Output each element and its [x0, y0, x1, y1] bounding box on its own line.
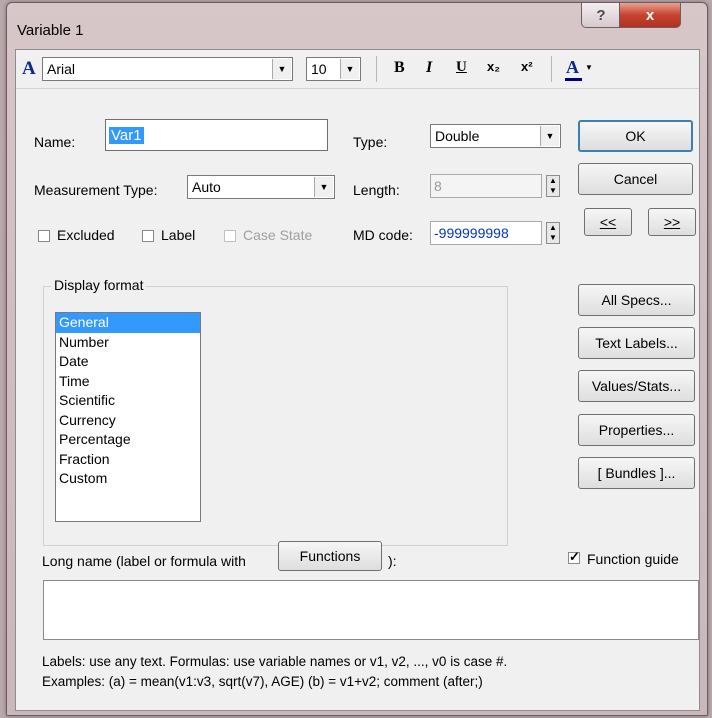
help-icon: ? — [596, 6, 606, 24]
next-label: >> — [663, 214, 681, 230]
list-item[interactable]: Number — [56, 333, 200, 353]
functions-button[interactable]: Functions — [278, 541, 382, 571]
ok-button-label: OK — [625, 128, 646, 144]
length-field[interactable]: 8 — [430, 174, 542, 198]
long-name-label: Long name (label or formula with — [42, 553, 246, 569]
cancel-button-label: Cancel — [613, 171, 658, 187]
superscript-button[interactable]: x² — [521, 59, 533, 74]
chevron-down-icon: ▼ — [272, 59, 291, 79]
dialog-window: Variable 1 ? x A Arial ▼ 10 ▼ B I U x₂ x… — [6, 2, 708, 716]
excluded-label: Excluded — [57, 227, 115, 243]
text-labels-label: Text Labels... — [595, 335, 678, 351]
type-label: Type: — [353, 134, 388, 150]
spin-up-icon: ▲ — [549, 176, 557, 185]
bold-button[interactable]: B — [394, 59, 405, 77]
help-button[interactable]: ? — [581, 3, 621, 28]
font-size-select[interactable]: 10 ▼ — [306, 57, 361, 81]
font-size-value: 10 — [311, 61, 327, 77]
subscript-button[interactable]: x₂ — [487, 59, 500, 74]
window-title: Variable 1 — [17, 22, 84, 39]
display-format-list[interactable]: General Number Date Time Scientific Currency P… — [55, 312, 201, 522]
close-icon: x — [645, 6, 655, 24]
list-item[interactable]: Percentage — [56, 430, 200, 450]
label-label: Label — [161, 227, 196, 243]
name-value: Var1 — [109, 126, 144, 144]
length-label: Length: — [353, 182, 400, 198]
measurement-type-value: Auto — [192, 179, 221, 195]
list-item[interactable]: Custom — [56, 469, 200, 489]
md-code-field[interactable]: -999999998 — [430, 221, 542, 245]
list-item[interactable]: Scientific — [56, 391, 200, 411]
bundles-button[interactable]: [ Bundles ]... — [578, 457, 695, 489]
measurement-type-label: Measurement Type: — [34, 182, 158, 198]
case-state-label: Case State — [243, 227, 313, 243]
length-value: 8 — [434, 178, 442, 194]
font-color-swatch — [565, 78, 582, 81]
label-checkbox[interactable] — [142, 230, 154, 242]
all-specs-label: All Specs... — [601, 292, 672, 308]
name-label: Name: — [34, 134, 76, 150]
length-spinner[interactable]: ▲ ▼ — [546, 175, 560, 197]
long-name-input[interactable] — [43, 580, 699, 640]
function-guide-checkbox[interactable]: ✓ — [568, 549, 580, 564]
functions-label: Functions — [299, 548, 361, 564]
chevron-down-icon: ▼ — [540, 126, 559, 146]
previous-variable-button[interactable]: << — [584, 208, 632, 236]
function-guide-label: Function guide — [587, 551, 679, 567]
all-specs-button[interactable]: All Specs... — [578, 284, 695, 316]
md-code-label: MD code: — [353, 227, 413, 243]
properties-label: Properties... — [598, 422, 675, 438]
italic-button[interactable]: I — [426, 59, 432, 77]
md-code-value: -999999998 — [434, 225, 509, 241]
md-code-spinner[interactable]: ▲ ▼ — [546, 222, 560, 244]
values-stats-label: Values/Stats... — [591, 378, 682, 394]
type-select[interactable]: Double ▼ — [430, 124, 561, 148]
name-field[interactable]: Var1 — [105, 119, 328, 151]
display-format-title: Display format — [51, 277, 147, 293]
font-color-button[interactable]: A ▼ — [564, 55, 600, 83]
bundles-label: [ Bundles ]... — [597, 465, 676, 481]
font-name-select[interactable]: Arial ▼ — [42, 57, 293, 81]
close-button[interactable]: x — [619, 3, 681, 28]
type-value: Double — [435, 128, 480, 144]
dialog-client: A Arial ▼ 10 ▼ B I U x₂ x² A ▼ Name: Var… — [15, 49, 700, 711]
spin-down-icon: ▼ — [549, 186, 557, 195]
toolbar-divider — [551, 56, 552, 82]
text-labels-button[interactable]: Text Labels... — [578, 327, 695, 359]
font-icon: A — [22, 58, 36, 79]
cancel-button[interactable]: Cancel — [578, 163, 693, 195]
previous-label: << — [599, 214, 617, 230]
toolbar-divider — [376, 56, 377, 82]
excluded-checkbox[interactable] — [38, 230, 50, 242]
ok-button[interactable]: OK — [578, 120, 693, 152]
checkmark-icon: ✓ — [569, 549, 580, 564]
chevron-down-icon: ▼ — [314, 177, 333, 197]
hint-line-1: Labels: use any text. Formulas: use vari… — [42, 654, 508, 669]
spin-down-icon: ▼ — [549, 233, 557, 242]
next-variable-button[interactable]: >> — [648, 208, 696, 236]
underline-button[interactable]: U — [456, 59, 467, 76]
chevron-down-icon: ▼ — [585, 63, 593, 72]
formatting-toolbar: A Arial ▼ 10 ▼ B I U x₂ x² A ▼ — [16, 50, 699, 89]
list-item[interactable]: Currency — [56, 411, 200, 431]
font-name-value: Arial — [47, 61, 76, 77]
properties-button[interactable]: Properties... — [578, 414, 695, 446]
spin-up-icon: ▲ — [549, 223, 557, 232]
values-stats-button[interactable]: Values/Stats... — [578, 370, 695, 402]
long-name-label-end: ): — [388, 553, 397, 569]
hint-line-2: Examples: (a) = mean(v1:v3, sqrt(v7), AG… — [42, 674, 483, 689]
font-color-icon: A — [566, 57, 579, 77]
list-item[interactable]: Fraction — [56, 450, 200, 470]
list-item[interactable]: Time — [56, 372, 200, 392]
case-state-checkbox[interactable] — [224, 230, 236, 242]
list-item[interactable]: General — [56, 313, 200, 333]
chevron-down-icon: ▼ — [340, 59, 359, 79]
list-item[interactable]: Date — [56, 352, 200, 372]
measurement-type-select[interactable]: Auto ▼ — [187, 175, 335, 199]
